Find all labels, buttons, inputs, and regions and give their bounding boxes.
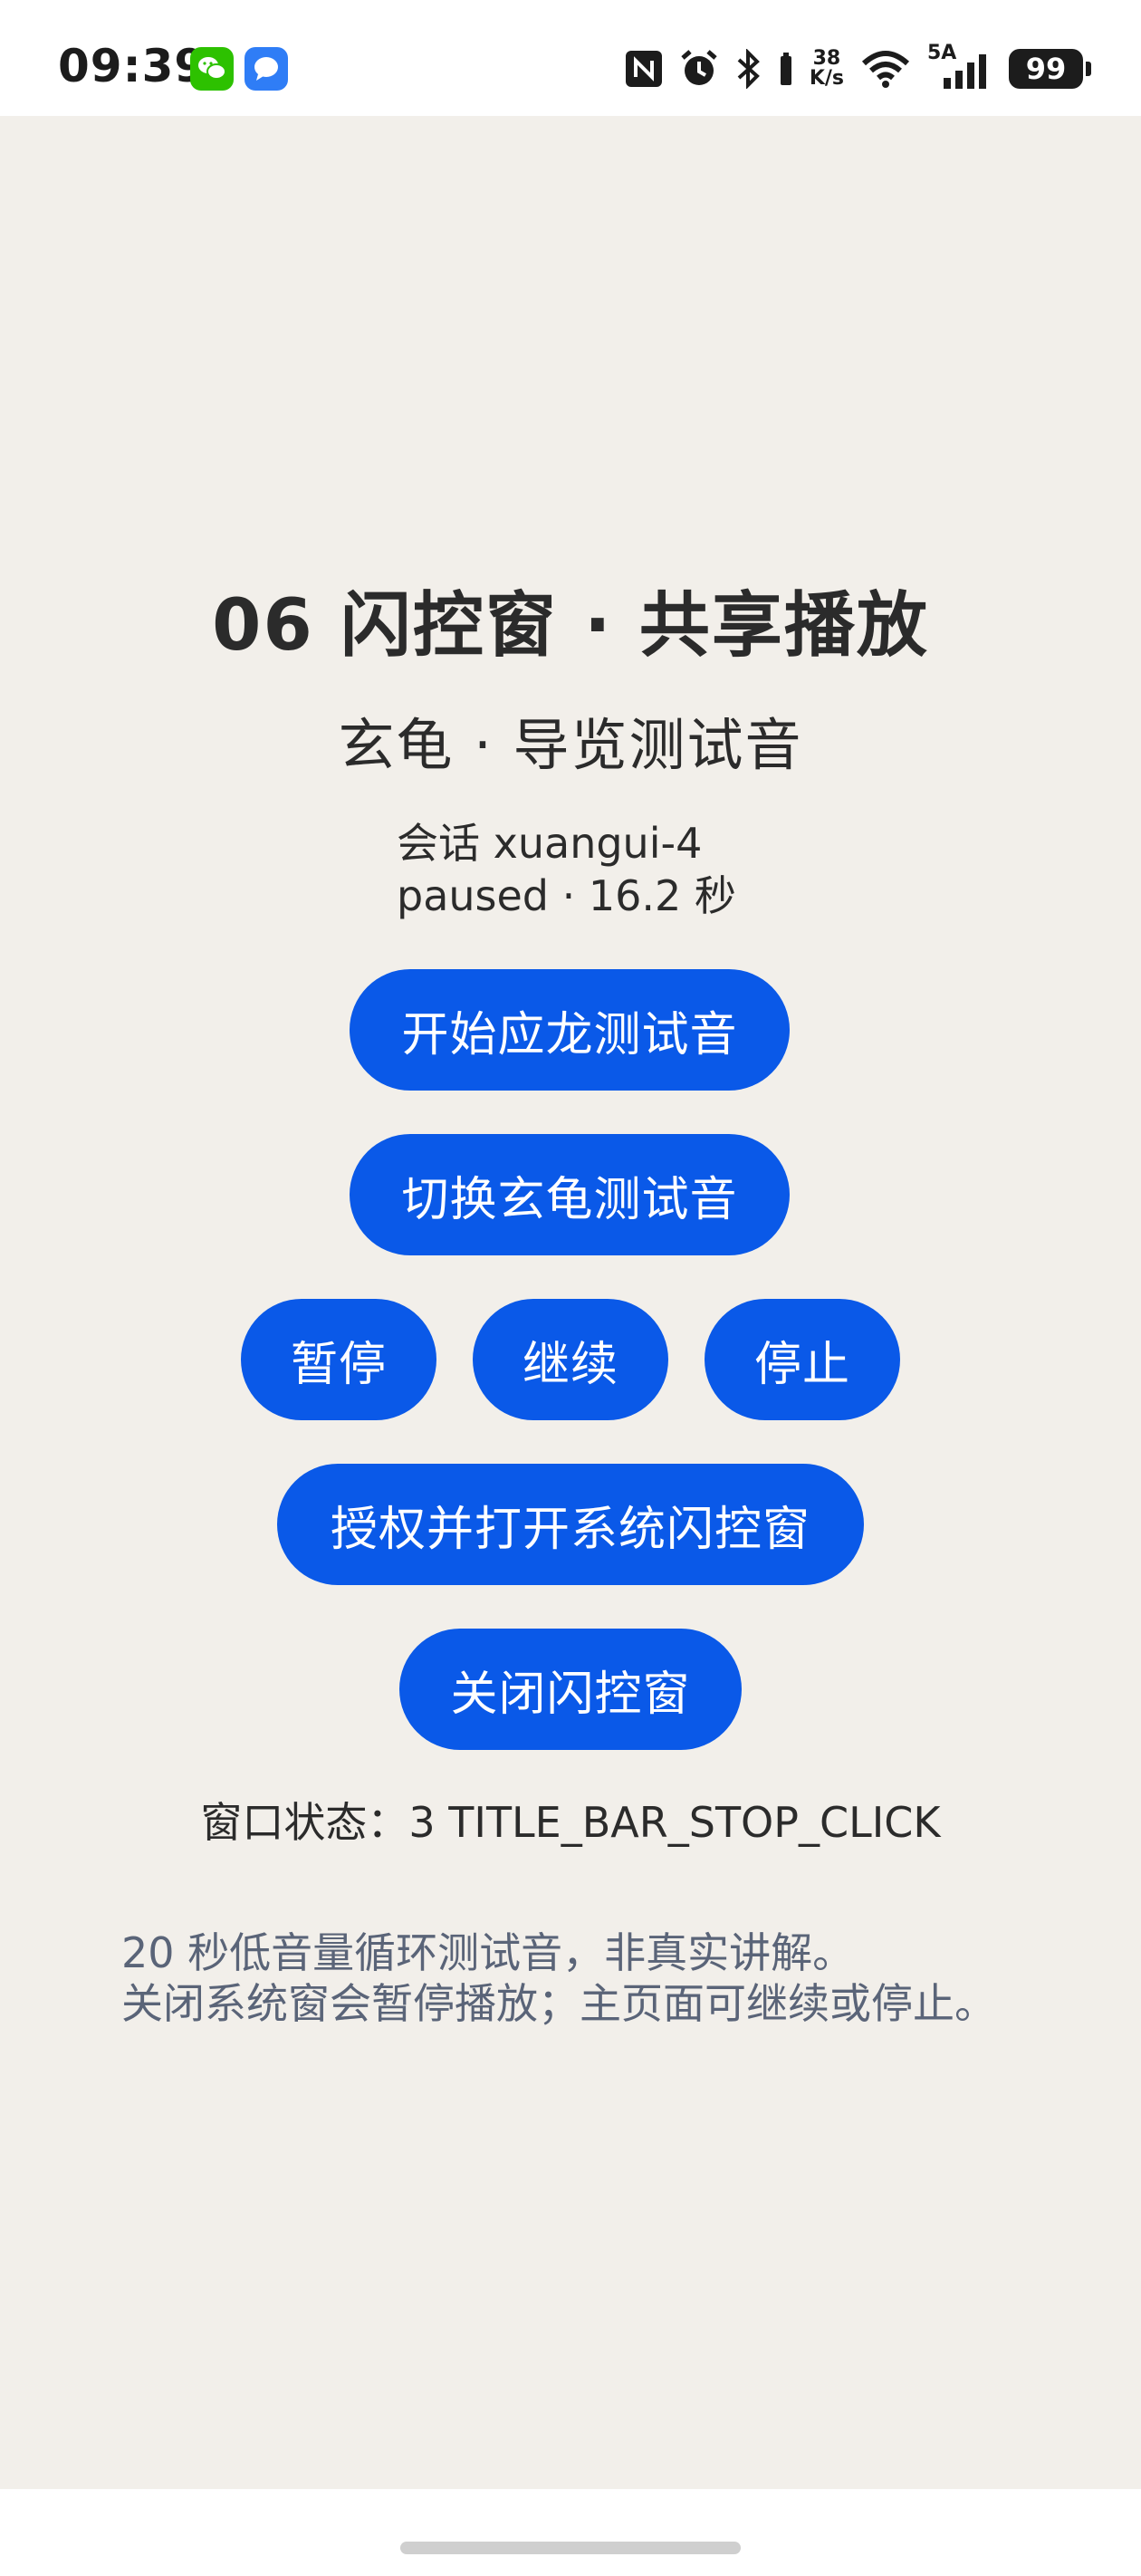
- close-window-button[interactable]: 关闭闪控窗: [399, 1629, 742, 1750]
- start-yinglong-button[interactable]: 开始应龙测试音: [350, 969, 790, 1091]
- wechat-icon: [190, 47, 234, 91]
- window-state-text: 窗口状态：3 TITLE_BAR_STOP_CLICK: [200, 1798, 941, 1847]
- page-title: 06 闪控窗 · 共享播放: [212, 585, 929, 667]
- switch-xuangui-button[interactable]: 切换玄龟测试音: [350, 1134, 790, 1255]
- battery-icon: 99: [1009, 49, 1091, 89]
- nfc-icon: [625, 51, 662, 87]
- system-icons: 38 K/s 5A 99: [625, 42, 1091, 94]
- track-subtitle: 玄龟 · 导览测试音: [338, 712, 803, 778]
- navigation-bar: [0, 2489, 1141, 2576]
- note-line: 20 秒低音量循环测试音，非真实讲解。: [121, 1928, 855, 1977]
- session-info: 会话 xuangui-4 paused · 16.2 秒: [397, 817, 736, 922]
- notes: 20 秒低音量循环测试音，非真实讲解。 关闭系统窗会暂停播放；主页面可继续或停止…: [121, 1927, 996, 2029]
- pause-button[interactable]: 暂停: [241, 1299, 436, 1420]
- wifi-icon: [861, 51, 910, 88]
- cellular-signal-icon: 5A: [927, 42, 992, 91]
- home-indicator[interactable]: [400, 2542, 741, 2554]
- resume-button[interactable]: 继续: [473, 1299, 668, 1420]
- session-id-text: 会话 xuangui-4: [397, 819, 703, 868]
- vibrate-battery-icon: [780, 53, 791, 85]
- status-bar: 09:39 38 K/s 5A 99: [0, 0, 1141, 116]
- network-speed: 38 K/s: [809, 47, 844, 90]
- status-time: 09:39: [58, 40, 207, 92]
- authorize-open-window-button[interactable]: 授权并打开系统闪控窗: [277, 1464, 864, 1585]
- playback-status-text: paused · 16.2 秒: [397, 871, 736, 920]
- bluetooth-icon: [737, 49, 760, 89]
- note-line: 关闭系统窗会暂停播放；主页面可继续或停止。: [121, 1979, 996, 2028]
- stop-button[interactable]: 停止: [705, 1299, 900, 1420]
- message-icon: [244, 47, 288, 91]
- alarm-icon: [681, 50, 717, 85]
